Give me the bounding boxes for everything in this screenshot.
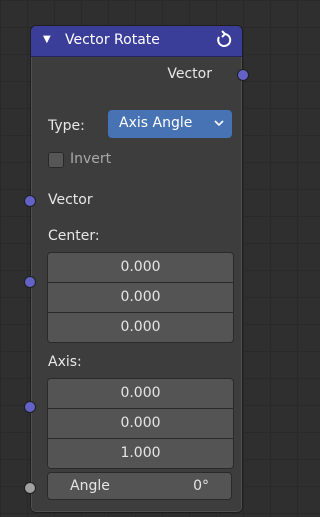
node-title: Vector Rotate bbox=[65, 32, 160, 48]
input-center-socket[interactable] bbox=[24, 276, 36, 288]
angle-label: Angle bbox=[70, 478, 110, 494]
vector-rotate-node[interactable]: ▼ Vector Rotate Vector Type: Axis Angle … bbox=[30, 25, 243, 513]
center-fields: 0.000 0.000 0.000 bbox=[47, 252, 234, 343]
center-x-field[interactable]: 0.000 bbox=[48, 253, 233, 283]
center-y-field[interactable]: 0.000 bbox=[48, 283, 233, 313]
type-dropdown[interactable]: Axis Angle bbox=[108, 110, 232, 138]
axis-label: Axis: bbox=[48, 354, 82, 370]
vector-input-label: Vector bbox=[48, 192, 93, 208]
axis-y-field[interactable]: 0.000 bbox=[48, 409, 233, 439]
input-axis-socket[interactable] bbox=[24, 401, 36, 413]
axis-z-field[interactable]: 1.000 bbox=[48, 439, 233, 468]
chevron-down-icon bbox=[214, 120, 224, 127]
type-label: Type: bbox=[48, 118, 85, 134]
input-vector-socket[interactable] bbox=[24, 195, 36, 207]
center-z-field[interactable]: 0.000 bbox=[48, 313, 233, 342]
collapse-triangle-icon[interactable]: ▼ bbox=[43, 34, 51, 45]
invert-label[interactable]: Invert bbox=[70, 151, 111, 167]
output-vector-socket[interactable] bbox=[237, 69, 249, 81]
axis-fields: 0.000 0.000 1.000 bbox=[47, 378, 234, 469]
type-dropdown-value: Axis Angle bbox=[119, 115, 193, 131]
center-label: Center: bbox=[48, 228, 100, 244]
refresh-icon[interactable] bbox=[214, 30, 234, 50]
input-angle-socket[interactable] bbox=[24, 482, 36, 494]
invert-checkbox[interactable] bbox=[48, 152, 64, 168]
angle-value: 0° bbox=[193, 478, 209, 494]
axis-x-field[interactable]: 0.000 bbox=[48, 379, 233, 409]
output-vector-label: Vector bbox=[167, 66, 212, 82]
node-header[interactable]: ▼ Vector Rotate bbox=[31, 26, 242, 57]
angle-field[interactable]: Angle 0° bbox=[47, 472, 232, 500]
